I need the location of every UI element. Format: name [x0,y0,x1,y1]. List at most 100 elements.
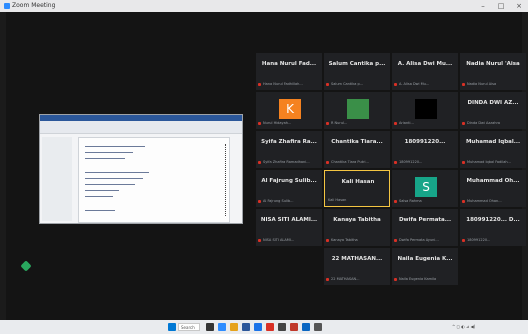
participant-video [415,99,437,119]
muted-mic-icon [394,278,397,281]
meeting-area: Hana Nurul Fad... Hana Nurul Fadhillah..… [6,12,526,320]
participant-name: 180991220... [404,139,446,145]
participant-avatar: S [415,177,437,197]
participant-name: A. Alisa Dwi Mu... [397,61,453,67]
participant-tile[interactable]: Al Fajrung Sulib... Al Fajrung Sulib... [256,170,322,207]
window-title: Zoom Meeting [12,2,56,9]
muted-mic-icon [258,122,261,125]
participant-label: Muhamad Iqbal Fadilah... [467,160,511,164]
participant-name: DINDA DWI AZ... [467,100,519,106]
muted-mic-icon [462,161,465,164]
muted-mic-icon [258,83,261,86]
participant-tile[interactable]: Nadia Nurul 'Aisa Nadia Nurul Aisa [460,53,526,90]
participant-label: Kanaya Tabitha [331,238,358,242]
muted-mic-icon [462,200,465,203]
muted-mic-icon [394,122,397,125]
word-icon[interactable] [242,323,250,331]
participant-label: Nadia Nurul Aisa [467,82,497,86]
participant-name: Muhamad Iqbal... [465,139,521,145]
handwriting-line [85,210,115,211]
muted-mic-icon [258,239,261,242]
participant-tile[interactable]: Chantika Tiara... Chantika Tiara Putri..… [324,131,390,168]
participant-name: Syifa Zhafira Ra... [261,139,317,145]
participant-tile[interactable]: Kanaya Tabitha Kanaya Tabitha [324,209,390,246]
chrome-icon[interactable] [266,323,274,331]
participant-tile[interactable]: Dwifa Permata... Dwifa Permata Ayuni... [392,209,458,246]
participant-tile[interactable]: A. Alisa Dwi Mu... A. Alisa Dwi Mu... [392,53,458,90]
participant-label: Nurul Hidayah... [263,121,292,125]
participant-tile[interactable]: DINDA DWI AZ... Dinda Dwi Azzahra [460,92,526,129]
participant-tile[interactable]: R Nurul... [324,92,390,129]
participant-name: 22 MATHASAN... [331,256,383,262]
participant-label: Al Fajrung Sulib... [263,199,294,203]
zoom-app-icon [4,3,10,9]
maximize-button[interactable]: □ [492,0,510,12]
window-titlebar: Zoom Meeting – □ × [0,0,528,12]
participant-tile[interactable]: Hana Nurul Fad... Hana Nurul Fadhillah..… [256,53,322,90]
participant-label: Salum Cantika p... [331,82,364,86]
participant-label: Naila Eugenia Kamila [399,277,437,281]
zoom-icon[interactable] [218,323,226,331]
muted-mic-icon [462,83,465,86]
participant-avatar [347,99,369,119]
participant-name: Naila Eugenia K... [397,256,453,262]
navigation-pane [42,137,72,221]
close-button[interactable]: × [510,0,528,12]
participant-label: Syifa Zhafira Ramadhani... [263,160,310,164]
participant-name: Chantika Tiara... [331,139,383,145]
participant-tile[interactable]: Salum Cantika p... Salum Cantika p... [324,53,390,90]
participant-label: Arianti... [399,121,414,125]
participant-name: Al Fajrung Sulib... [261,178,317,184]
participant-tile[interactable]: Muhammad Oh... Muhammad Ohan... [460,170,526,207]
participant-label: Dinda Dwi Azzahra [467,121,501,125]
participant-tile[interactable]: Syifa Zhafira Ra... Syifa Zhafira Ramadh… [256,131,322,168]
muted-mic-icon [462,239,465,242]
participant-name: 180991220... D... [466,217,520,223]
participant-tile[interactable]: Naila Eugenia K... Naila Eugenia Kamila [392,248,458,285]
muted-mic-icon [258,161,261,164]
muted-mic-icon [394,83,397,86]
participant-tile[interactable]: S Salsa Rahma [392,170,458,207]
participant-tile[interactable]: 22 MATHASAN... 22 MATHASAN... [324,248,390,285]
document-page [78,137,230,223]
system-tray[interactable]: ^ ◻ ◐ ⊿ ◀) [452,323,475,331]
muted-mic-icon [258,200,261,203]
participant-name: Salum Cantika p... [328,61,386,67]
participant-label: R Nurul... [331,121,348,125]
participant-label: Hana Nurul Fadhillah... [263,82,303,86]
muted-mic-icon [394,200,397,203]
participant-tile[interactable]: Arianti... [392,92,458,129]
mail-icon[interactable] [302,323,310,331]
muted-mic-icon [462,122,465,125]
participant-tile[interactable]: Muhamad Iqbal... Muhamad Iqbal Fadilah..… [460,131,526,168]
muted-mic-icon [326,122,329,125]
participant-label: A. Alisa Dwi Mu... [399,82,430,86]
participant-label: Dwifa Permata Ayuni... [399,238,439,242]
handwriting-line [85,172,149,173]
muted-mic-icon [326,161,329,164]
participant-name: Nadia Nurul 'Aisa [466,61,520,67]
participant-label: NISA SITI ALAMI... [263,238,295,242]
app-icon[interactable] [290,323,298,331]
store-icon[interactable] [278,323,286,331]
handwriting-line [85,152,133,153]
participant-tile[interactable]: 180991220... 180991220... [392,131,458,168]
edge-icon[interactable] [254,323,262,331]
participant-label: 22 MATHASAN... [331,277,360,281]
task-view-icon[interactable] [206,323,214,331]
participant-tile[interactable]: K Nurul Hidayah... [256,92,322,129]
participant-tile[interactable]: NISA SITI ALAMI... NISA SITI ALAMI... [256,209,322,246]
screen-share-view[interactable] [39,114,243,224]
participant-tile-active-speaker[interactable]: Kali Hasan Kali Hasan [324,170,390,207]
participant-tile[interactable]: 180991220... D... 180991220... [460,209,526,246]
file-explorer-icon[interactable] [230,323,238,331]
minimize-button[interactable]: – [474,0,492,12]
participant-name: Kanaya Tabitha [333,217,381,223]
app-icon[interactable] [314,323,322,331]
handwriting-line [85,196,113,197]
windows-taskbar: Search ^ ◻ ◐ ⊿ ◀) [0,320,528,334]
taskbar-search[interactable]: Search [178,323,200,331]
muted-mic-icon [326,83,329,86]
start-icon[interactable] [168,323,176,331]
participant-label: 180991220... [399,160,423,164]
